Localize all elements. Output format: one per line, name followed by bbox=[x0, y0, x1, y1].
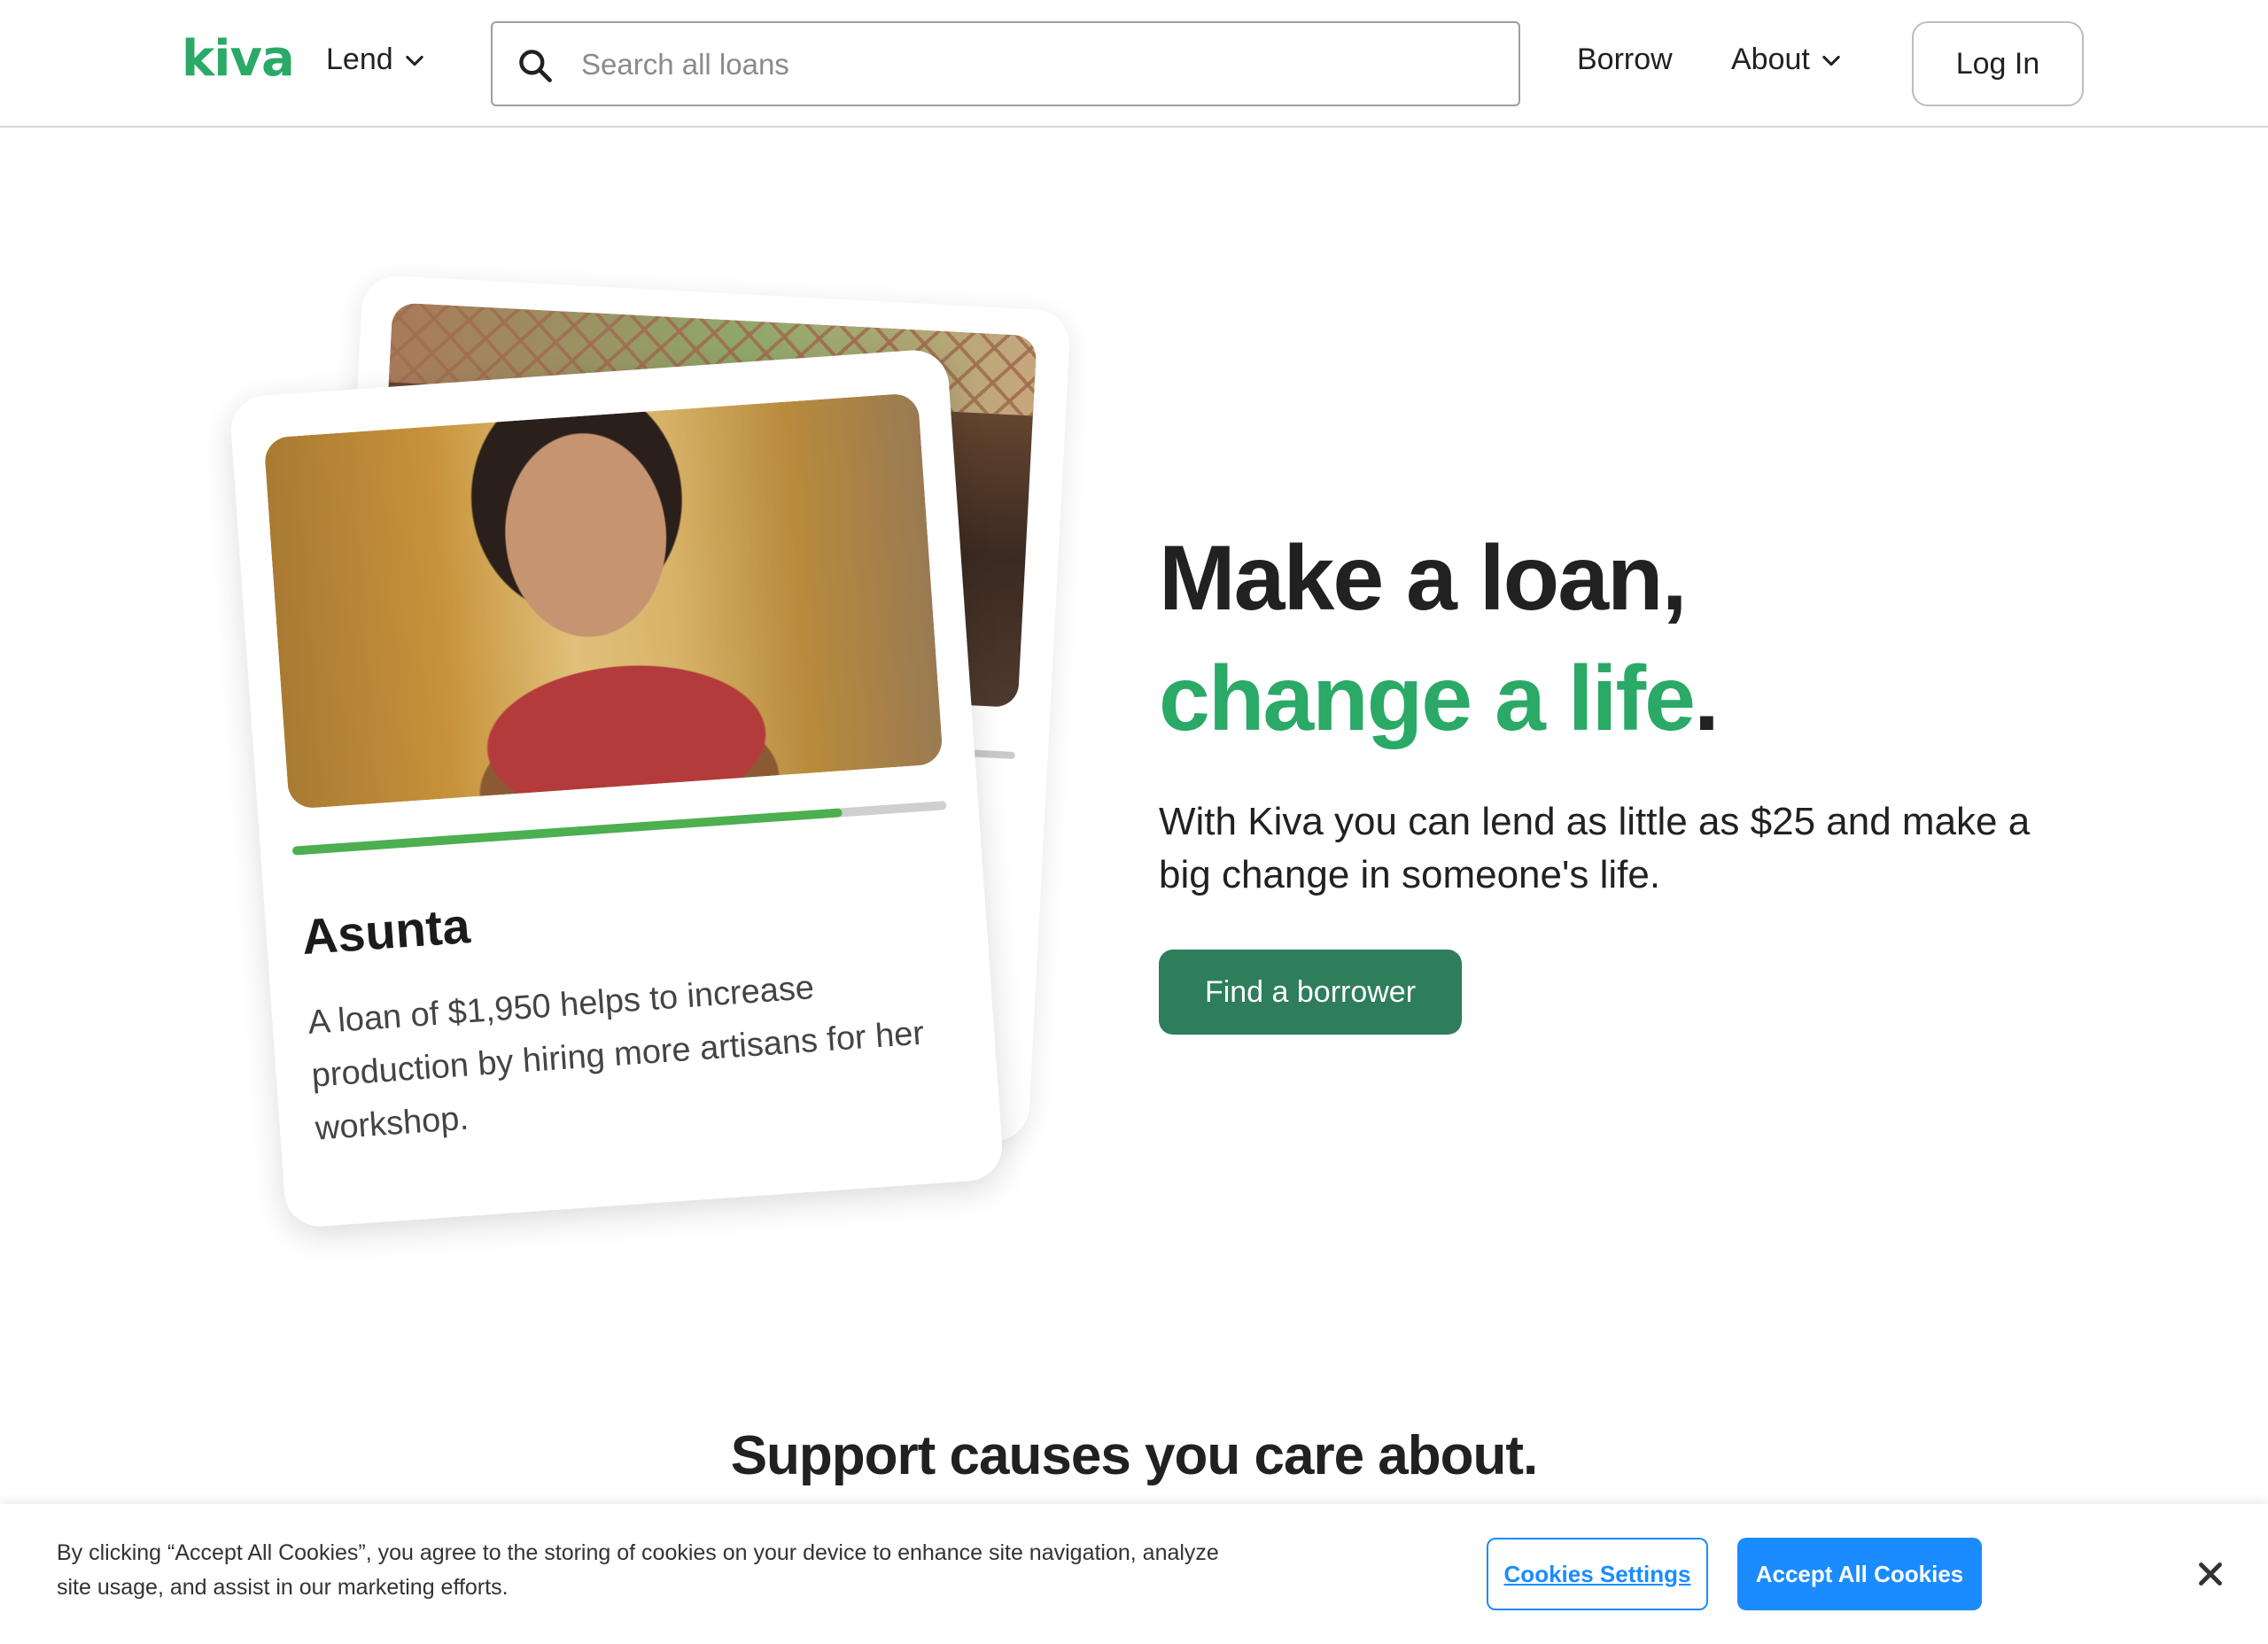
cookie-settings-button[interactable]: Cookies Settings bbox=[1487, 1538, 1708, 1610]
chevron-down-icon bbox=[405, 55, 423, 66]
search-bar[interactable] bbox=[491, 21, 1520, 106]
search-input[interactable] bbox=[579, 37, 1487, 92]
loan-card[interactable]: Asunta A loan of $1,950 helps to increas… bbox=[229, 347, 1005, 1229]
accept-cookies-button[interactable]: Accept All Cookies bbox=[1737, 1538, 1982, 1610]
search-icon bbox=[519, 50, 552, 82]
borrower-name: Asunta bbox=[299, 897, 472, 965]
nav-lend-dropdown[interactable]: Lend bbox=[326, 43, 427, 77]
borrower-photo bbox=[263, 392, 944, 810]
chevron-down-icon bbox=[1822, 55, 1840, 66]
nav-borrow-link[interactable]: Borrow bbox=[1577, 43, 1673, 77]
nav-about-label: About bbox=[1731, 43, 1810, 76]
hero-subtitle: With Kiva you can lend as little as $25 … bbox=[1159, 800, 2031, 896]
login-button[interactable]: Log In bbox=[1912, 21, 2084, 106]
cookie-banner: By clicking “Accept All Cookies”, you ag… bbox=[0, 1504, 2268, 1644]
nav-about-dropdown[interactable]: About bbox=[1731, 43, 1844, 77]
causes-section-title: Support causes you care about. bbox=[730, 1425, 1539, 1486]
find-borrower-button[interactable]: Find a borrower bbox=[1159, 950, 1462, 1035]
hero-title-highlight: change a life bbox=[1159, 648, 1696, 750]
loan-progress-fill bbox=[291, 808, 843, 856]
hero-title-period: . bbox=[1694, 648, 1720, 750]
kiva-logo[interactable]: kiva bbox=[182, 30, 295, 88]
hero-title: Make a loan, change a life. bbox=[1159, 518, 1720, 759]
site-header: kiva Lend Borrow About Log In bbox=[0, 0, 2268, 128]
hero-title-line1: Make a loan, bbox=[1159, 527, 1687, 630]
nav-lend-label: Lend bbox=[326, 43, 393, 76]
loan-progress-bar bbox=[291, 801, 947, 856]
cookie-banner-text: By clicking “Accept All Cookies”, you ag… bbox=[57, 1540, 1219, 1600]
loan-description: A loan of $1,950 helps to increase produ… bbox=[307, 969, 926, 1148]
close-icon[interactable] bbox=[2192, 1555, 2229, 1593]
